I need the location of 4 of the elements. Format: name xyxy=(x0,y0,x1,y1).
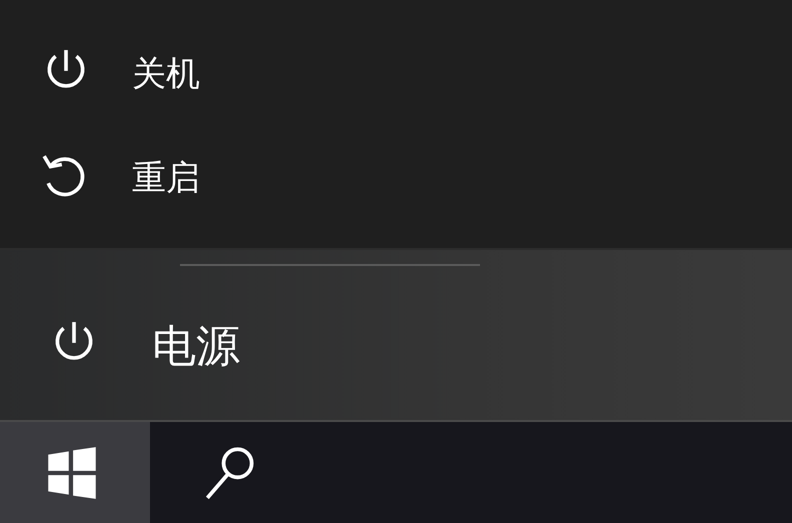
windows-logo-icon xyxy=(45,446,99,500)
menu-item[interactable]: 重启 xyxy=(0,126,792,230)
menu-item[interactable]: 关机 xyxy=(0,22,792,126)
start-button[interactable] xyxy=(0,422,150,523)
